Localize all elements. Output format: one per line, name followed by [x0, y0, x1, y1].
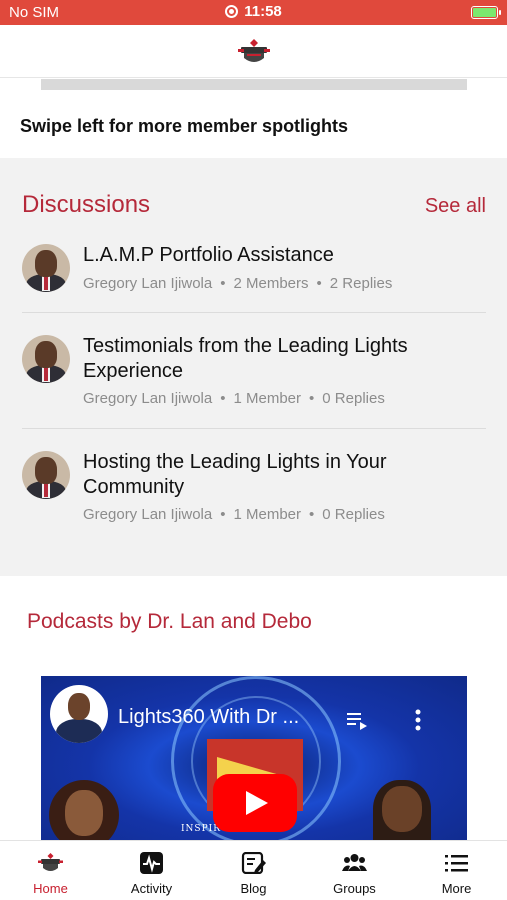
menu-icon [445, 855, 468, 872]
blog-icon [241, 852, 266, 874]
divider [22, 428, 486, 429]
activity-icon [140, 852, 163, 874]
play-button[interactable] [213, 774, 297, 832]
discussion-author: Gregory Lan Ijiwola [83, 275, 213, 292]
tab-blog[interactable]: Blog [203, 841, 304, 900]
discussion-meta: Gregory Lan Ijiwola • 2 Members • 2 Replies [83, 275, 393, 292]
discussion-author: Gregory Lan Ijiwola [83, 506, 213, 523]
tab-activity[interactable]: Activity [101, 841, 202, 900]
tab-label: Groups [333, 881, 376, 896]
discussion-replies: 0 Replies [322, 506, 385, 523]
tab-label: Activity [130, 881, 173, 896]
tab-label: Blog [240, 881, 267, 896]
play-icon [246, 791, 268, 815]
discussion-item[interactable]: Hosting the Leading Lights in Your Commu… [0, 444, 507, 544]
discussion-item[interactable]: Testimonials from the Leading Lights Exp… [0, 328, 507, 428]
see-all-link[interactable]: See all [425, 195, 486, 218]
discussion-author: Gregory Lan Ijiwola [83, 390, 213, 407]
screen-recording-icon [225, 5, 239, 18]
bottom-tab-bar: Home Activity Blog Groups More [0, 840, 507, 900]
discussions-title: Discussions [22, 191, 151, 218]
tab-label: Home [33, 881, 68, 896]
tab-groups[interactable]: Groups [304, 841, 405, 900]
tab-more[interactable]: More [406, 841, 507, 900]
groups-icon [342, 854, 367, 871]
discussion-title: L.A.M.P Portfolio Assistance [83, 244, 334, 266]
avatar [22, 335, 70, 383]
discussion-members: 1 Member [233, 506, 302, 523]
discussion-replies: 2 Replies [329, 275, 393, 292]
status-time: 11:58 [244, 3, 282, 20]
discussion-meta: Gregory Lan Ijiwola • 1 Member • 0 Replies [83, 506, 385, 523]
discussion-title: Testimonials from the Leading Lights Exp… [83, 335, 408, 382]
spotlight-swipe-hint: Swipe left for more member spotlights [20, 116, 349, 136]
channel-avatar[interactable] [50, 685, 108, 743]
avatar [22, 244, 70, 292]
host-photo-left [49, 780, 119, 840]
discussion-title: Hosting the Leading Lights in Your Commu… [83, 451, 387, 498]
battery-icon [471, 6, 501, 19]
discussion-meta: Gregory Lan Ijiwola • 1 Member • 0 Replies [83, 390, 385, 407]
shield-logo-icon[interactable] [237, 38, 271, 66]
more-options-icon[interactable] [415, 709, 421, 731]
podcasts-title: Podcasts by Dr. Lan and Debo [27, 610, 312, 633]
playlist-icon[interactable] [347, 712, 369, 730]
tab-home[interactable]: Home [0, 841, 101, 900]
battery-fill [473, 8, 496, 17]
divider [22, 312, 486, 313]
podcast-video-player[interactable]: Lights360 With Dr ... INSPIR F THE [41, 676, 467, 840]
discussion-replies: 0 Replies [322, 390, 385, 407]
status-time-group: 11:58 [0, 3, 507, 20]
discussion-members: 2 Members [233, 275, 309, 292]
home-logo-icon [38, 853, 63, 871]
avatar [22, 451, 70, 499]
tab-label: More [441, 881, 472, 896]
discussion-item[interactable]: L.A.M.P Portfolio Assistance Gregory Lan… [0, 238, 507, 313]
app-header [0, 25, 507, 78]
spotlight-card-bottom[interactable] [41, 79, 467, 90]
video-title[interactable]: Lights360 With Dr ... [118, 706, 299, 729]
host-photo-right [373, 780, 431, 840]
status-bar: No SIM 11:58 [0, 0, 507, 25]
discussions-section: Discussions See all L.A.M.P Portfolio As… [0, 158, 507, 576]
discussion-members: 1 Member [233, 390, 302, 407]
